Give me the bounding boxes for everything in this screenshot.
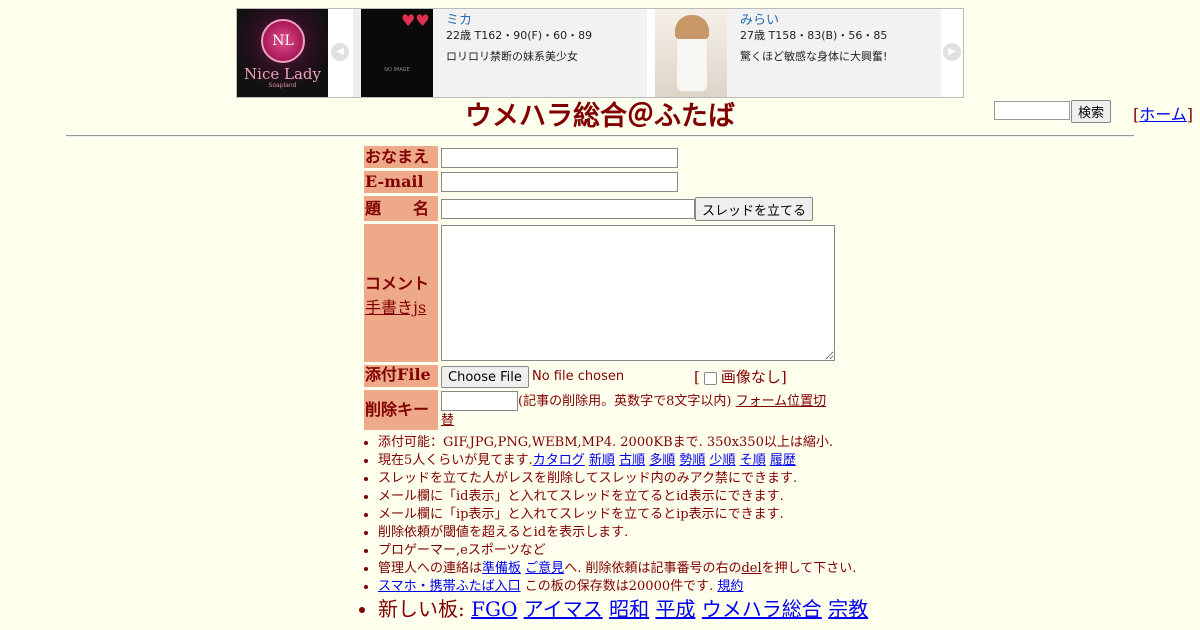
email-label: E-mail (364, 171, 438, 193)
list-item: メール欄に「id表示」と入れてスレッドを立てるとid表示にできます. (378, 488, 978, 506)
hearts-icon: ♥♥ (401, 11, 430, 30)
delete-instructions-suffix: を押して下さい. (761, 561, 857, 576)
handwrite-js-link[interactable]: 手書きjs (365, 298, 426, 317)
list-item: スレッドを立てた人がレスを削除してスレッド内のみアク禁にできます. (378, 470, 978, 488)
viewer-count: 現在5人くらいが見てます. (378, 453, 533, 468)
delete-key-label: 削除キー (364, 390, 438, 430)
card-spec: 27歳 T158・83(B)・56・85 (740, 29, 888, 42)
sort-new-link[interactable]: 新順 (589, 453, 615, 468)
logo-emblem: NL (261, 19, 305, 63)
profile-photo: ♥♥ NO IMAGE (361, 9, 433, 97)
card-name[interactable]: みらい (740, 13, 940, 29)
card-info: ミカ 22歳 T162・90(F)・60・89 ロリロリ禁断の妹系美少女 (446, 13, 646, 64)
logo-subtext: Soapland (268, 82, 297, 89)
sort-so-link[interactable]: そ順 (740, 453, 766, 468)
banner-divider (353, 9, 361, 97)
email-input[interactable] (441, 172, 678, 192)
sort-many-link[interactable]: 多順 (649, 453, 675, 468)
banner-card-mirai[interactable]: みらい 27歳 T158・83(B)・56・85 驚くほど敏感な身体に大興奮! (655, 9, 941, 97)
search-button[interactable]: 検索 (1071, 100, 1112, 123)
no-image-option: [画像なし] (694, 368, 787, 386)
banner-prev-arrow-icon[interactable]: ◀ (331, 43, 349, 61)
logo-text: Nice Lady (244, 65, 321, 83)
list-item: 現在5人くらいが見てます.カタログ 新順 古順 多順 勢順 少順 そ順 履歴 (378, 452, 978, 470)
home-nav: [ホーム] (1133, 105, 1194, 124)
profile-photo (655, 9, 727, 97)
prep-board-link[interactable]: 準備板 (482, 561, 521, 576)
banner-next-arrow-icon[interactable]: ▶ (943, 43, 961, 61)
contact-text: 管理人への連絡は (378, 561, 483, 576)
board-link-imas[interactable]: アイマス (524, 597, 603, 621)
sort-old-link[interactable]: 古順 (619, 453, 645, 468)
no-file-text: No file chosen (532, 369, 625, 384)
subject-input[interactable] (441, 199, 695, 219)
card-desc: 驚くほど敏感な身体に大興奮! (740, 50, 888, 63)
no-image-label: 画像なし (720, 368, 781, 386)
name-label: おなまえ (364, 146, 438, 168)
home-link[interactable]: ホーム (1139, 105, 1187, 124)
attach-label: 添付File (364, 365, 438, 387)
new-boards-label: 新しい板: (378, 597, 472, 621)
photo-hair (675, 15, 709, 39)
card-name[interactable]: ミカ (446, 13, 646, 29)
create-thread-button[interactable]: スレッドを立てる (695, 197, 814, 221)
list-item: 新しい板: FGO アイマス 昭和 平成 ウメハラ総合 宗教 (378, 596, 978, 622)
delete-key-note-block: (記事の削除用。英数字で8文字以内) フォーム位置切替 (441, 392, 831, 430)
list-item: スマホ・携帯ふたば入口 この板の保存数は20000件です. 規約 (378, 578, 978, 596)
delete-instructions: へ. 削除依頼は記事番号の右の (564, 561, 742, 576)
list-item: メール欄に「ip表示」と入れてスレッドを立てるとip表示にできます. (378, 506, 978, 524)
choose-file-button[interactable]: Choose File (441, 366, 529, 388)
delete-key-note: (記事の削除用。英数字で8文字以内) (518, 394, 732, 409)
sort-momentum-link[interactable]: 勢順 (679, 453, 705, 468)
ad-banner[interactable]: NL Nice Lady Soapland ◀ ♥♥ NO IMAGE ミカ 2… (236, 8, 964, 98)
storage-count: この板の保存数は20000件です. (520, 579, 718, 594)
card-desc: ロリロリ禁断の妹系美少女 (446, 50, 578, 63)
search-input[interactable] (994, 101, 1070, 120)
board-link-showa[interactable]: 昭和 (609, 597, 649, 621)
comment-textarea[interactable] (441, 225, 835, 361)
del-link[interactable]: del (741, 561, 761, 576)
board-link-religion[interactable]: 宗教 (828, 597, 868, 621)
history-link[interactable]: 履歴 (770, 453, 796, 468)
board-notes: 添付可能：GIF,JPG,PNG,WEBM,MP4. 2000KBまで. 350… (364, 434, 978, 622)
mobile-entrance-link[interactable]: スマホ・携帯ふたば入口 (378, 579, 521, 594)
list-item: プロゲーマー,eスポーツなど (378, 542, 978, 560)
list-item: 管理人への連絡は準備板 ご意見へ. 削除依頼は記事番号の右のdelを押して下さい… (378, 560, 978, 578)
subject-label: 題 名 (364, 196, 438, 221)
name-input[interactable] (441, 148, 678, 168)
sort-few-link[interactable]: 少順 (710, 453, 736, 468)
comment-label-cell: コメント 手書きjs (364, 224, 438, 362)
feedback-link[interactable]: ご意見 (525, 561, 564, 576)
board-link-fgo[interactable]: FGO (471, 597, 517, 621)
comment-label: コメント (365, 274, 430, 293)
banner-card-mika[interactable]: ♥♥ NO IMAGE ミカ 22歳 T162・90(F)・60・89 ロリロリ… (361, 9, 647, 97)
board-link-heisei[interactable]: 平成 (655, 597, 695, 621)
list-item: 削除依頼が閾値を超えるとidを表示します. (378, 524, 978, 542)
card-info: みらい 27歳 T158・83(B)・56・85 驚くほど敏感な身体に大興奮! (740, 13, 940, 64)
nice-lady-logo[interactable]: NL Nice Lady Soapland (237, 9, 328, 97)
board-link-umehara[interactable]: ウメハラ総合 (702, 597, 822, 621)
logo-mark: NL (272, 33, 294, 49)
photo-caption: NO IMAGE (384, 67, 410, 73)
no-image-checkbox[interactable] (703, 371, 717, 385)
catalog-link[interactable]: カタログ (533, 453, 585, 468)
header-divider (66, 135, 1134, 137)
list-item: 添付可能：GIF,JPG,PNG,WEBM,MP4. 2000KBまで. 350… (378, 434, 978, 452)
card-spec: 22歳 T162・90(F)・60・89 (446, 29, 593, 42)
rules-link[interactable]: 規約 (717, 579, 743, 594)
